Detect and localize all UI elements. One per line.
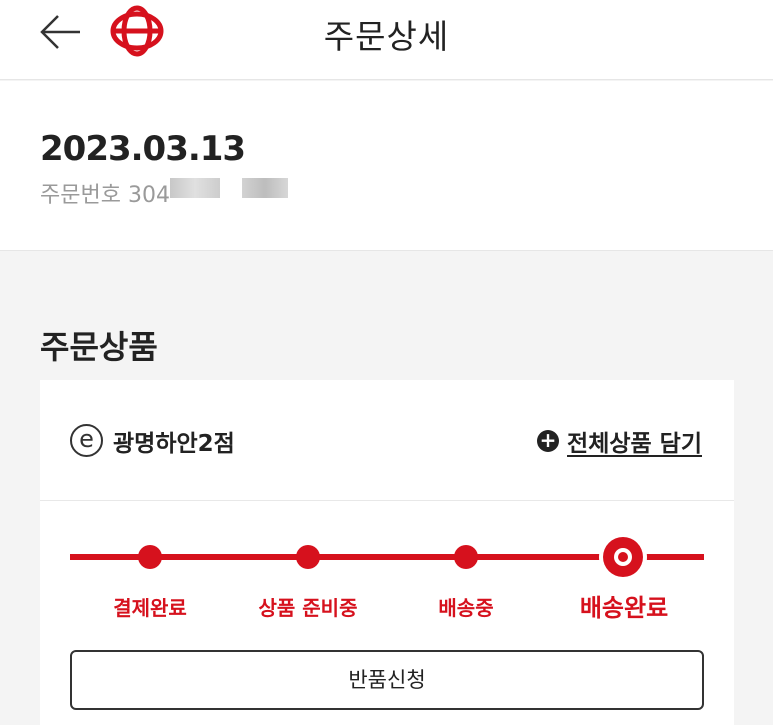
add-all-label: 전체상품 담기 <box>567 431 702 457</box>
progress-current-step-dot <box>603 537 643 577</box>
progress-step-dot <box>296 545 320 569</box>
progress-step-dot <box>138 545 162 569</box>
order-number: 주문번호 304 <box>40 183 170 208</box>
step-label-delivered: 배송완료 <box>579 594 669 622</box>
store-name: 광명하안2점 <box>113 431 235 457</box>
order-product-card: e 광명하안2점 + 전체상품 담기 결제완료 상품 준비중 배송중 배송완료 … <box>40 380 734 725</box>
section-title: 주문상품 <box>40 328 158 366</box>
step-label-preparing: 상품 준비중 <box>258 596 358 620</box>
redacted-order-number <box>170 178 220 198</box>
step-label-paid: 결제완료 <box>113 596 187 620</box>
order-info-panel: 2023.03.13 주문번호 304 <box>0 81 773 251</box>
store-header: e 광명하안2점 + 전체상품 담기 <box>40 380 734 501</box>
order-date: 2023.03.13 <box>40 129 246 169</box>
redacted-order-number <box>242 178 288 198</box>
progress-step-dot <box>454 545 478 569</box>
e-store-icon: e <box>70 424 103 457</box>
return-request-button[interactable]: 반품신청 <box>70 650 704 710</box>
step-label-shipping: 배송중 <box>438 596 494 620</box>
add-all-to-cart-button[interactable]: + 전체상품 담기 <box>537 424 702 458</box>
app-header: 주문상세 <box>0 0 773 80</box>
page-title: 주문상세 <box>323 17 450 56</box>
plus-circle-icon: + <box>537 430 560 452</box>
